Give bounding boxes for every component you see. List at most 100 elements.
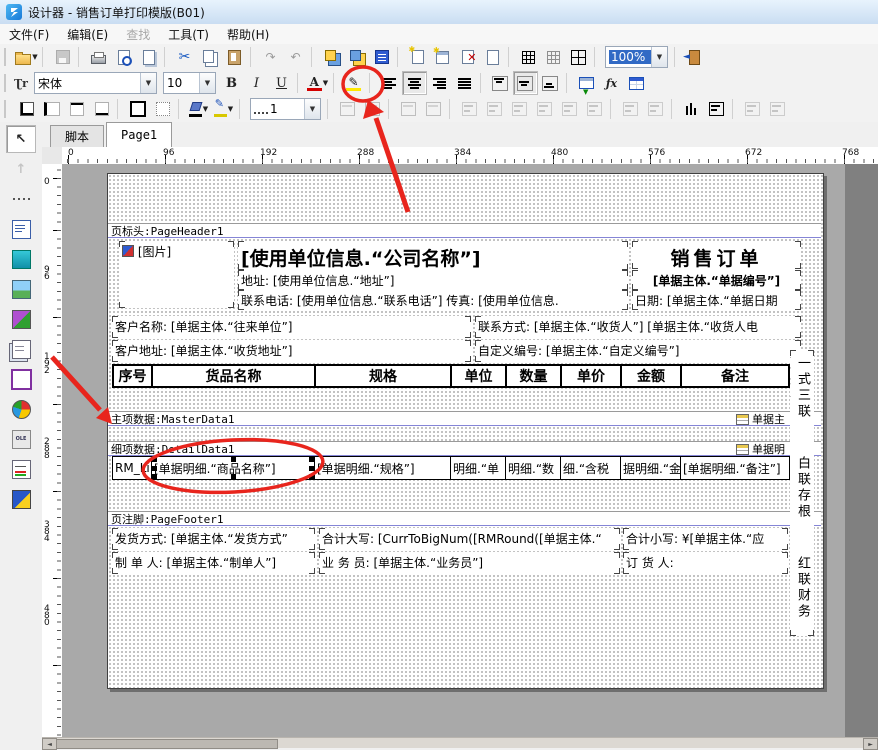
new-page-button[interactable] — [430, 45, 455, 69]
header-col-price[interactable]: 单价 — [560, 364, 622, 388]
border-none-button[interactable] — [150, 97, 175, 121]
header-col-seq[interactable]: 序号 — [112, 364, 153, 388]
header-col-qty[interactable]: 数量 — [505, 364, 562, 388]
tab-script[interactable]: 脚本 — [50, 125, 104, 147]
bring-to-front-button[interactable] — [319, 45, 344, 69]
detail-cell-amount[interactable]: 据明细.“金额 — [620, 456, 681, 480]
order-number-field[interactable]: [单据主体.“单据编号”] — [632, 270, 801, 290]
bold-button[interactable]: B — [219, 71, 244, 95]
chart-tool[interactable] — [6, 395, 36, 423]
snap-to-grid-button[interactable] — [541, 45, 566, 69]
add-subband-button[interactable] — [360, 97, 385, 121]
font-name-combo[interactable]: 宋体 ▼ — [34, 72, 157, 94]
select-tool[interactable]: ↖ — [6, 125, 36, 153]
address-field[interactable]: 地址: [使用单位信息.“地址”] — [238, 270, 628, 290]
align-right-button[interactable] — [427, 71, 452, 95]
menu-find[interactable]: 查找 — [117, 24, 159, 45]
subreport-tool[interactable] — [6, 365, 36, 393]
copies-note-field[interactable]: 一式三联 白联存根 红联财务 蓝联客户 — [790, 350, 814, 636]
detail-cell-price[interactable]: 细.“含税 — [560, 456, 621, 480]
valign-bottom-button[interactable] — [538, 71, 563, 95]
orderer-field[interactable]: 订 货 人: — [623, 552, 788, 574]
insert-subband-button[interactable] — [421, 97, 446, 121]
border-left-button[interactable] — [39, 97, 64, 121]
tab-page1[interactable]: Page1 — [106, 122, 172, 148]
master-data-band-strip[interactable]: 主项数据:MasterData1 单据主 — [108, 411, 821, 426]
detail-cell-unit[interactable]: 明细.“单 — [450, 456, 506, 480]
font-size-combo[interactable]: 10 ▼ — [163, 72, 216, 94]
print-setup-button[interactable] — [136, 45, 161, 69]
hand-tool[interactable]: ↑ — [6, 155, 36, 183]
space-horizontal-button[interactable] — [618, 97, 643, 121]
total-words-field[interactable]: 合计大写: [CurrToBigNum([RMRound([单据主体.“ — [319, 528, 620, 550]
detail-data-band-strip[interactable]: 细项数据:DetailData1 单据明 — [108, 441, 821, 456]
header-col-amount[interactable]: 金额 — [620, 364, 682, 388]
property-grid-button[interactable] — [624, 71, 649, 95]
border-all-button[interactable] — [125, 97, 150, 121]
picture-box[interactable]: [图片] — [119, 241, 234, 308]
space-vertical-button[interactable] — [643, 97, 668, 121]
nudge-right-button[interactable] — [740, 97, 765, 121]
align-v-centers-button[interactable] — [557, 97, 582, 121]
order-title-label[interactable]: 销售订单 — [632, 241, 801, 269]
horizontal-scrollbar[interactable]: ◄ ► — [42, 737, 878, 748]
insert-band-button[interactable] — [396, 97, 421, 121]
label-tool[interactable] — [6, 215, 36, 243]
band-tool[interactable] — [6, 185, 36, 213]
header-col-unit[interactable]: 单位 — [450, 364, 507, 388]
expression-tool[interactable] — [6, 245, 36, 273]
paste-button[interactable] — [222, 45, 247, 69]
customer-address-field[interactable]: 客户地址: [单据主体.“收货地址”] — [112, 340, 471, 362]
company-name-field[interactable]: [使用单位信息.“公司名称”] — [238, 241, 628, 270]
scroll-right-icon[interactable]: ► — [863, 738, 878, 750]
fill-color-button[interactable]: ▼ — [186, 97, 211, 121]
customer-name-field[interactable]: 客户名称: [单据主体.“往来单位”] — [112, 316, 471, 338]
dropdown-arrow-icon[interactable]: ▼ — [323, 79, 328, 87]
picture-tool[interactable] — [6, 275, 36, 303]
delete-page-button[interactable] — [455, 45, 480, 69]
memo-tool[interactable] — [6, 335, 36, 363]
same-size-button[interactable] — [679, 97, 704, 121]
line-width-dropdown-icon[interactable]: ▼ — [304, 99, 320, 119]
phone-fax-field[interactable]: 联系电话: [使用单位信息.“联系电话”] 传真: [使用单位信息. — [238, 290, 628, 310]
menu-tools[interactable]: 工具(T) — [159, 24, 218, 45]
header-col-name[interactable]: 货品名称 — [151, 364, 316, 388]
richtext-tool[interactable] — [6, 455, 36, 483]
redo-button[interactable]: ↷ — [258, 45, 283, 69]
cut-button[interactable]: ✂ — [172, 45, 197, 69]
zoom-combo[interactable]: 100% ▼ — [605, 46, 668, 68]
dropdown-arrow-icon[interactable]: ▼ — [228, 105, 233, 113]
dropdown-arrow-icon[interactable]: ▼ — [203, 105, 208, 113]
align-center-button[interactable] — [402, 71, 427, 95]
contact-field[interactable]: 联系方式: [单据主体.“收货人”] [单据主体.“收货人电 — [475, 316, 801, 338]
line-width-combo[interactable]: 1 ▼ — [250, 98, 321, 120]
menu-edit[interactable]: 编辑(E) — [58, 24, 117, 45]
insert-datafield-button[interactable] — [574, 71, 599, 95]
open-button[interactable]: ▼ — [14, 45, 39, 69]
page-header-band-strip[interactable]: 页标头:PageHeader1 — [108, 223, 821, 238]
align-justify-button[interactable] — [452, 71, 477, 95]
blank-page-button[interactable] — [480, 45, 505, 69]
align-left-button[interactable] — [377, 71, 402, 95]
date-field[interactable]: 日期: [单据主体.“单据日期 — [632, 290, 801, 310]
dropdown-arrow-icon[interactable]: ▼ — [32, 53, 37, 61]
page-footer-band-strip[interactable]: 页注脚:PageFooter1 — [108, 511, 821, 526]
detail-cell-product-name[interactable]: [单据明细.“商品名称”] — [151, 456, 315, 480]
ship-method-field[interactable]: 发货方式: [单据主体.“发货方式” — [112, 528, 315, 550]
border-top-button[interactable] — [64, 97, 89, 121]
save-button[interactable] — [50, 45, 75, 69]
border-bottom-button[interactable] — [89, 97, 114, 121]
header-col-note[interactable]: 备注 — [680, 364, 790, 388]
show-grid-button[interactable] — [516, 45, 541, 69]
font-name-dropdown-icon[interactable]: ▼ — [140, 73, 156, 93]
print-button[interactable] — [86, 45, 111, 69]
italic-button[interactable]: I — [244, 71, 269, 95]
menu-help[interactable]: 帮助(H) — [218, 24, 278, 45]
total-digits-field[interactable]: 合计小写: ¥[单据主体.“应 — [623, 528, 788, 550]
ole-tool[interactable]: OLE — [6, 425, 36, 453]
scroll-left-icon[interactable]: ◄ — [42, 738, 57, 750]
align-right-edges-button[interactable] — [507, 97, 532, 121]
align-h-centers-button[interactable] — [482, 97, 507, 121]
detail-cell-spec[interactable]: [单据明细.“规格”] — [314, 456, 451, 480]
menu-file[interactable]: 文件(F) — [0, 24, 58, 45]
